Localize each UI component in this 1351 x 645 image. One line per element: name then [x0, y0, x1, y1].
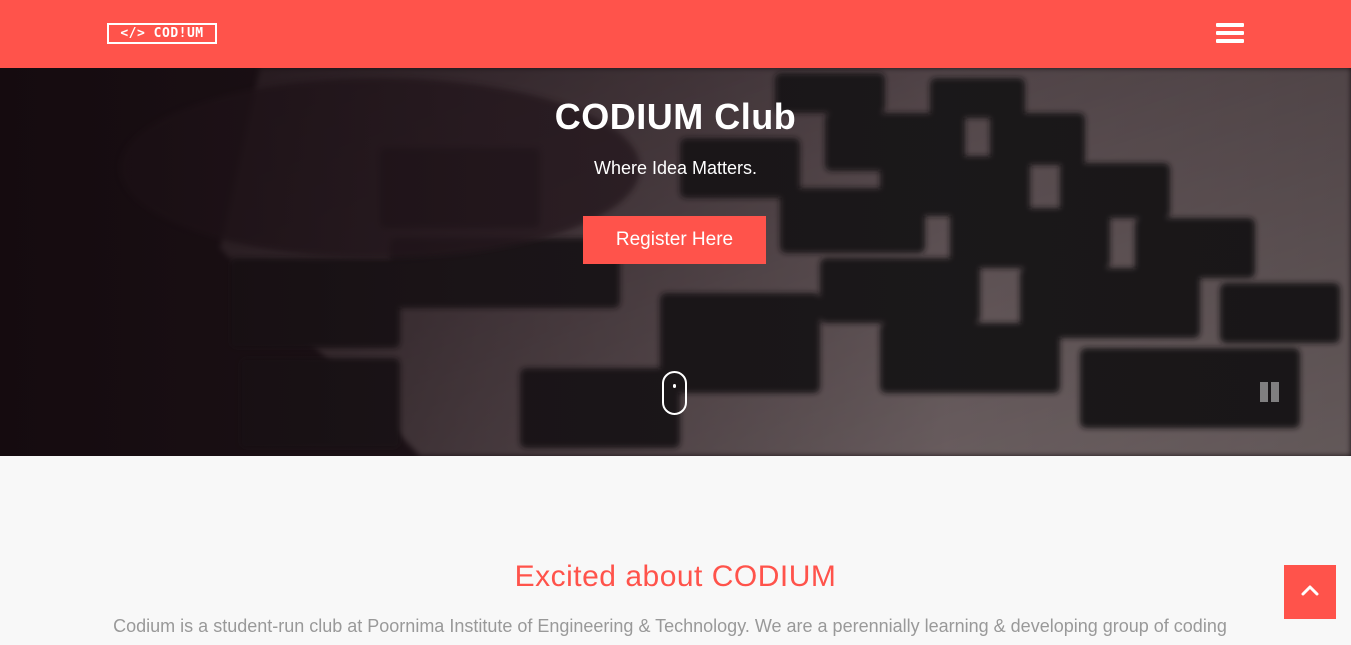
hero-title: CODIUM Club — [554, 96, 797, 137]
codium-logo[interactable]: </> COD!UM — [107, 23, 217, 44]
about-title: Excited about CODIUM — [514, 560, 837, 593]
register-button[interactable]: Register Here — [583, 216, 766, 264]
pause-icon[interactable] — [1260, 382, 1280, 402]
hero-section: CODIUM Club Where Idea Matters. Register… — [0, 68, 1351, 456]
scroll-down-mouse-icon[interactable] — [662, 371, 687, 415]
chevron-up-icon — [1301, 585, 1319, 596]
mouse-wheel — [673, 384, 676, 388]
about-description: Codium is a student-run club at Poornima… — [113, 616, 1227, 636]
back-to-top-button[interactable] — [1284, 565, 1336, 619]
hero-subtitle: Where Idea Matters. — [593, 158, 758, 178]
top-navbar: </> COD!UM — [0, 0, 1351, 68]
hamburger-menu-icon[interactable] — [1214, 20, 1246, 46]
